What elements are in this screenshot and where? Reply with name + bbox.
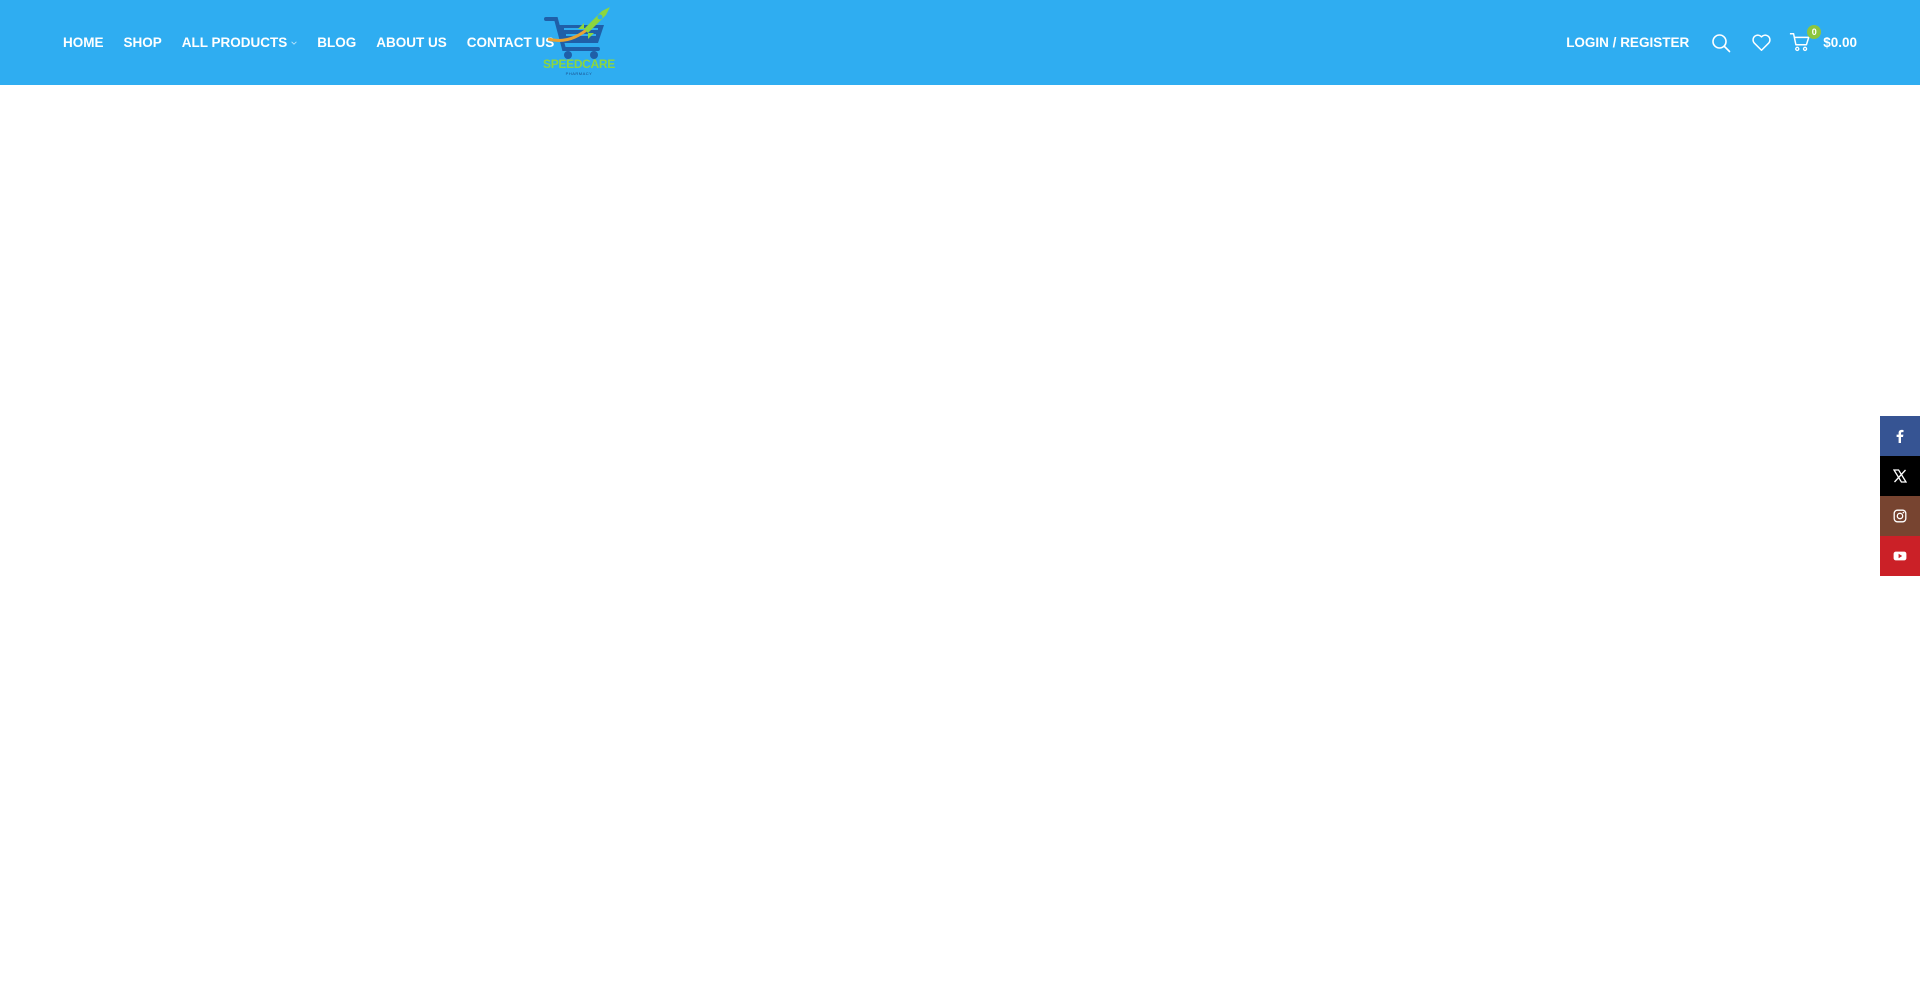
- instagram-button[interactable]: [1880, 496, 1920, 536]
- site-header: HOME SHOP ALL PRODUCTS BLOG ABOUT US CON…: [0, 0, 1920, 85]
- login-register-link[interactable]: LOGIN / REGISTER: [1566, 35, 1689, 50]
- wishlist-button[interactable]: [1749, 31, 1773, 55]
- nav-home[interactable]: HOME: [63, 35, 104, 50]
- social-sidebar: [1880, 416, 1920, 576]
- nav-blog-label: BLOG: [317, 35, 357, 50]
- x-button[interactable]: [1880, 456, 1920, 496]
- nav-shop-label: SHOP: [123, 35, 162, 50]
- cart-count-badge: 0: [1807, 24, 1822, 39]
- main-nav: HOME SHOP ALL PRODUCTS BLOG ABOUT US CON…: [63, 0, 574, 85]
- logo-brand-text: SPEEDCARE: [543, 57, 615, 71]
- nav-home-label: HOME: [63, 35, 104, 50]
- search-icon: [1712, 33, 1731, 52]
- youtube-button[interactable]: [1880, 536, 1920, 576]
- heart-icon: [1752, 34, 1771, 52]
- search-button[interactable]: [1709, 31, 1733, 55]
- cart-icon-wrap: 0: [1789, 24, 1822, 55]
- facebook-icon: [1896, 429, 1904, 443]
- cart-total: $0.00: [1823, 35, 1857, 50]
- nav-all-products[interactable]: ALL PRODUCTS: [182, 35, 298, 50]
- nav-about-us-label: ABOUT US: [376, 35, 447, 50]
- rocket-cart-logo-icon: [544, 7, 610, 59]
- nav-about-us[interactable]: ABOUT US: [376, 35, 447, 50]
- site-logo[interactable]: SPEEDCARE PHARMACY: [540, 5, 618, 80]
- cart-button[interactable]: 0 $0.00: [1789, 24, 1857, 55]
- nav-shop[interactable]: SHOP: [124, 35, 162, 50]
- facebook-button[interactable]: [1880, 416, 1920, 456]
- nav-blog[interactable]: BLOG: [317, 35, 356, 50]
- chevron-down-icon: [291, 41, 297, 45]
- header-actions: LOGIN / REGISTER 0 $0.00: [1566, 0, 1857, 85]
- instagram-icon: [1893, 509, 1907, 523]
- logo-sub-text: PHARMACY: [565, 71, 593, 76]
- youtube-icon: [1893, 551, 1907, 561]
- x-icon: [1893, 469, 1907, 483]
- nav-all-products-label: ALL PRODUCTS: [181, 35, 288, 50]
